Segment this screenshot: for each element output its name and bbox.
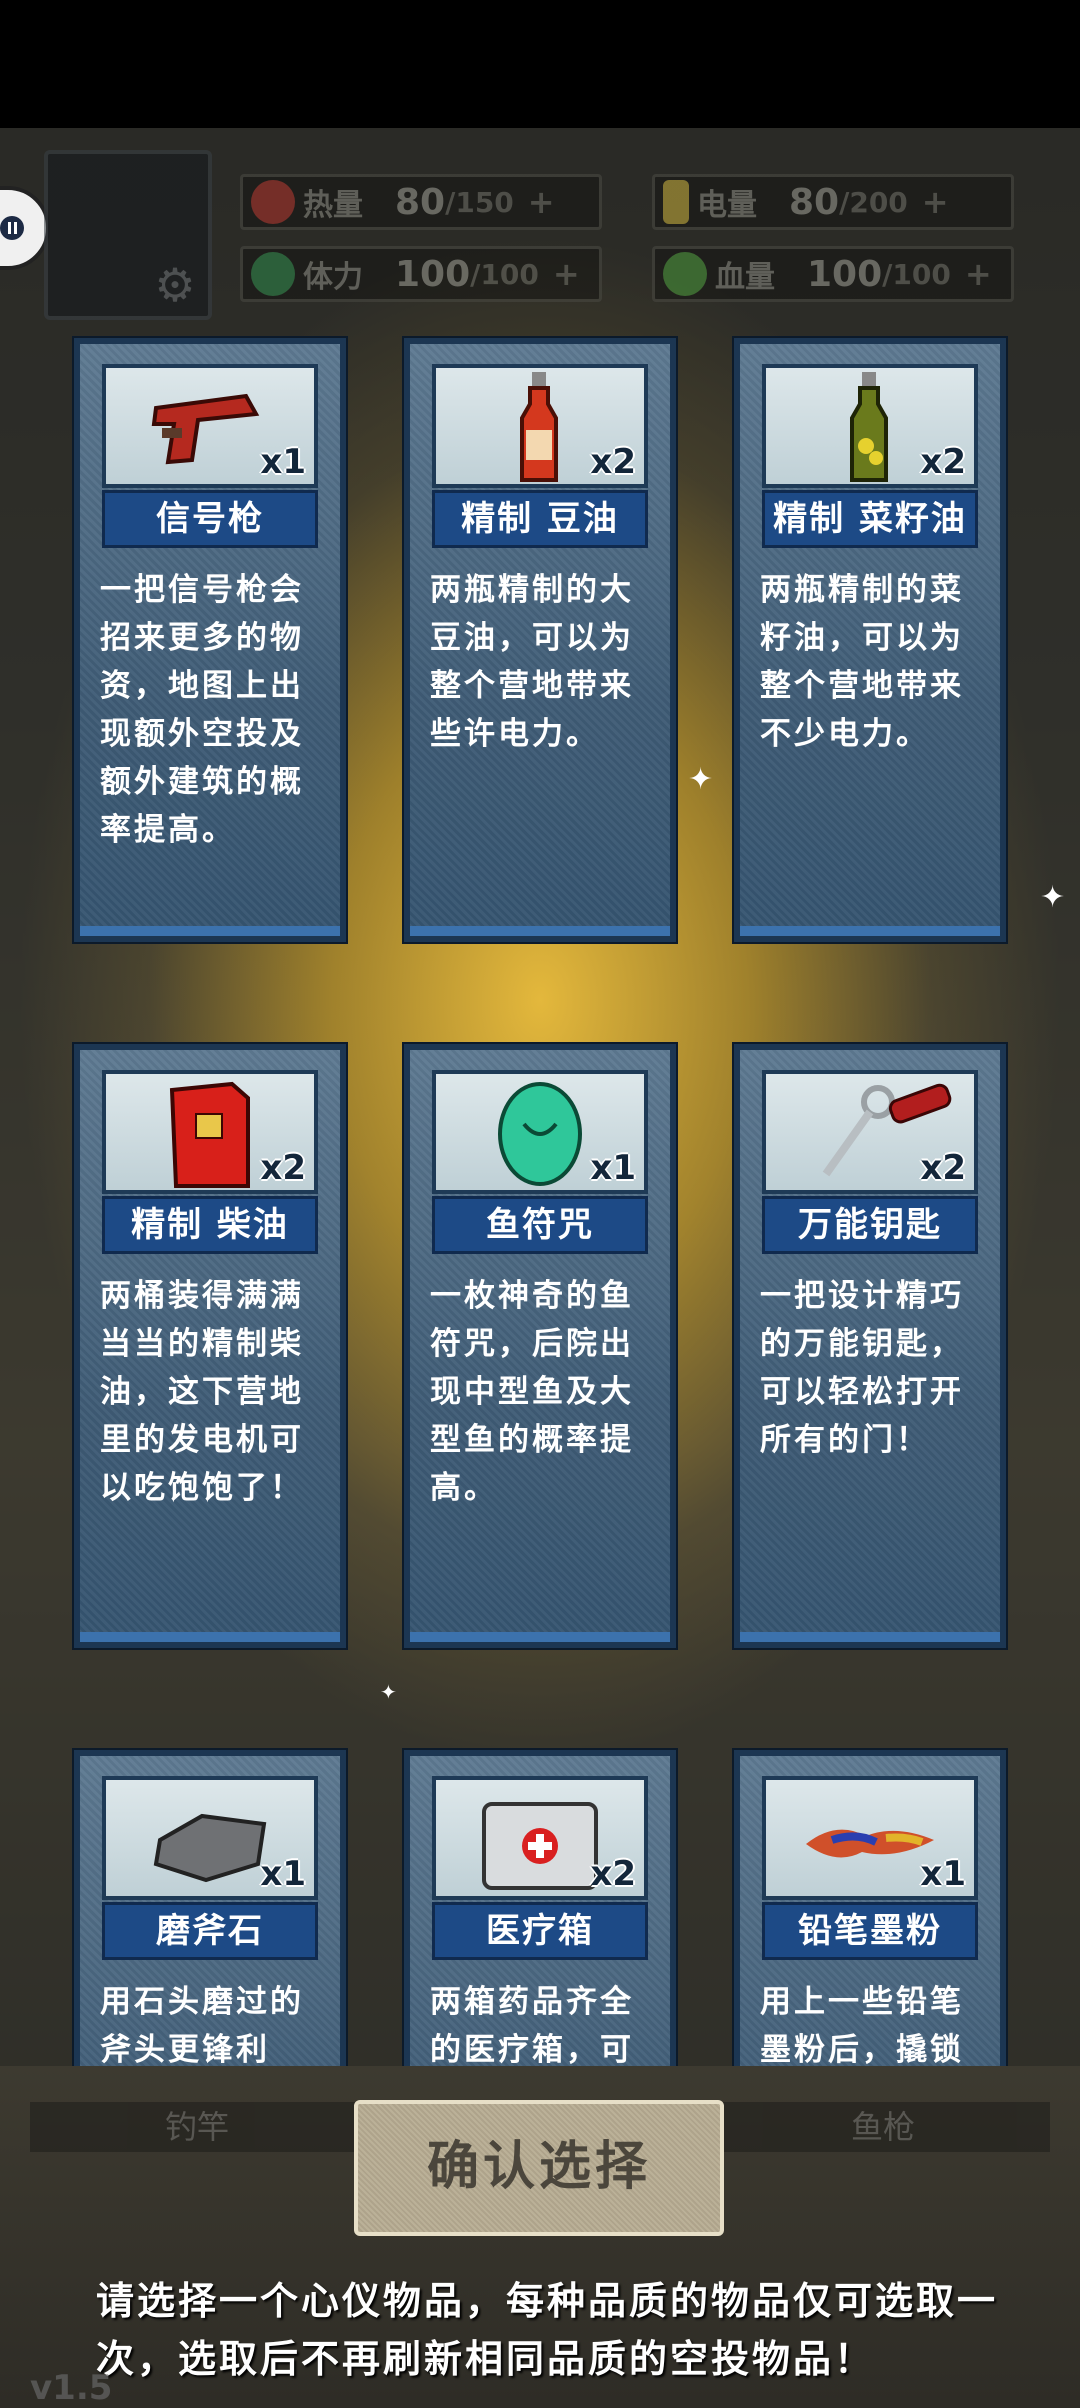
stat-value: 80 xyxy=(789,181,840,223)
item-quantity: x1 xyxy=(260,442,306,482)
item-card-fish-amulet[interactable]: x1 鱼符咒 一枚神奇的鱼符咒，后院出现中型鱼及大型鱼的概率提高。 xyxy=(404,1044,676,1648)
stat-max: /100 xyxy=(470,257,539,291)
confirm-button[interactable]: 确认选择 xyxy=(354,2100,724,2236)
item-name: 万能钥匙 xyxy=(762,1196,978,1254)
item-description: 用石头磨过的斧头更锋利 xyxy=(100,1984,304,2068)
stat-value: 100 xyxy=(395,253,471,295)
item-description: 两桶装得满满当当的精制柴油，这下营地里的发电机可以吃饱饱了！ xyxy=(100,1278,304,1506)
stat-value: 100 xyxy=(807,253,883,295)
battery-icon xyxy=(663,180,689,224)
stat-label: 热量 xyxy=(303,188,363,223)
game-screen: ⚙ 热量 80 /150 + 电量 80 /200 + 体力 100 /100 … xyxy=(0,0,1080,2408)
stat-value: 80 xyxy=(395,181,446,223)
item-card-rapeseed-oil[interactable]: x2 精制 菜籽油 两瓶精制的菜籽油，可以为整个营地带来不少电力。 xyxy=(734,338,1006,942)
item-quantity: x2 xyxy=(590,1854,636,1894)
item-quantity: x1 xyxy=(590,1148,636,1188)
stat-max: /150 xyxy=(445,185,514,219)
item-name: 鱼符咒 xyxy=(432,1196,648,1254)
bg-slot-label: 钓竿 xyxy=(30,2102,364,2152)
item-image: x1 xyxy=(102,364,318,488)
item-image: x2 xyxy=(762,1070,978,1194)
stat-max: /100 xyxy=(882,257,951,291)
gear-icon[interactable]: ⚙ xyxy=(150,260,200,310)
item-quantity: x2 xyxy=(920,1148,966,1188)
item-card-soybean-oil[interactable]: x2 精制 豆油 两瓶精制的大豆油，可以为整个营地带来些许电力。 xyxy=(404,338,676,942)
item-quantity: x2 xyxy=(920,442,966,482)
stat-max: /200 xyxy=(839,185,908,219)
item-description: 两瓶精制的菜籽油，可以为整个营地带来不少电力。 xyxy=(760,572,964,752)
item-quantity: x1 xyxy=(920,1854,966,1894)
blood-drop-icon xyxy=(663,252,707,296)
item-name: 信号枪 xyxy=(102,490,318,548)
item-description: 一枚神奇的鱼符咒，后院出现中型鱼及大型鱼的概率提高。 xyxy=(430,1278,634,1506)
item-image: x1 xyxy=(762,1776,978,1900)
item-name: 医疗箱 xyxy=(432,1902,648,1960)
item-description: 两瓶精制的大豆油，可以为整个营地带来些许电力。 xyxy=(430,572,634,752)
sparkle-icon: ✦ xyxy=(688,762,714,797)
item-card-diesel[interactable]: x2 精制 柴油 两桶装得满满当当的精制柴油，这下营地里的发电机可以吃饱饱了！ xyxy=(74,1044,346,1648)
stat-label: 电量 xyxy=(697,188,757,223)
item-image: x1 xyxy=(432,1070,648,1194)
item-description: 两箱药品齐全的医疗箱，可 xyxy=(430,1984,634,2068)
stat-label: 体力 xyxy=(303,260,363,295)
stat-plus-button[interactable]: + xyxy=(965,255,992,293)
item-name: 精制 柴油 xyxy=(102,1196,318,1254)
item-description: 一把信号枪会招来更多的物资，地图上出现额外空投及额外建筑的概率提高。 xyxy=(100,572,304,848)
player-avatar[interactable]: ⚙ xyxy=(44,150,212,320)
sparkle-icon: ✦ xyxy=(380,1680,397,1704)
item-name: 精制 豆油 xyxy=(432,490,648,548)
bg-slot-label: 鱼枪 xyxy=(716,2102,1050,2152)
stat-plus-button[interactable]: + xyxy=(922,183,949,221)
item-description: 用上一些铅笔墨粉后，撬锁 xyxy=(760,1984,964,2068)
item-image: x2 xyxy=(762,364,978,488)
version-label: v1.5 xyxy=(30,2368,113,2408)
item-card-master-key[interactable]: x2 万能钥匙 一把设计精巧的万能钥匙，可以轻松打开所有的门！ xyxy=(734,1044,1006,1648)
item-image: x1 xyxy=(102,1776,318,1900)
item-image: x2 xyxy=(102,1070,318,1194)
pause-button[interactable] xyxy=(0,186,50,270)
stat-label: 血量 xyxy=(715,260,775,295)
item-description: 一把设计精巧的万能钥匙，可以轻松打开所有的门！ xyxy=(760,1278,964,1458)
item-image: x2 xyxy=(432,364,648,488)
item-name: 磨斧石 xyxy=(102,1902,318,1960)
lightning-icon xyxy=(251,252,295,296)
item-name: 精制 菜籽油 xyxy=(762,490,978,548)
item-quantity: x2 xyxy=(590,442,636,482)
sparkle-icon: ✦ xyxy=(1040,880,1066,915)
selection-hint: 请选择一个心仪物品，每种品质的物品仅可选取一次，选取后不再刷新相同品质的空投物品… xyxy=(96,2279,999,2381)
pause-icon xyxy=(0,216,24,240)
item-quantity: x1 xyxy=(260,1854,306,1894)
item-quantity: x2 xyxy=(260,1148,306,1188)
flame-icon xyxy=(251,180,295,224)
stat-plus-button[interactable]: + xyxy=(553,255,580,293)
stat-plus-button[interactable]: + xyxy=(528,183,555,221)
item-name: 铅笔墨粉 xyxy=(762,1902,978,1960)
status-bar-area xyxy=(0,0,1080,128)
item-image: x2 xyxy=(432,1776,648,1900)
item-card-flare-gun[interactable]: x1 信号枪 一把信号枪会招来更多的物资，地图上出现额外空投及额外建筑的概率提高… xyxy=(74,338,346,942)
